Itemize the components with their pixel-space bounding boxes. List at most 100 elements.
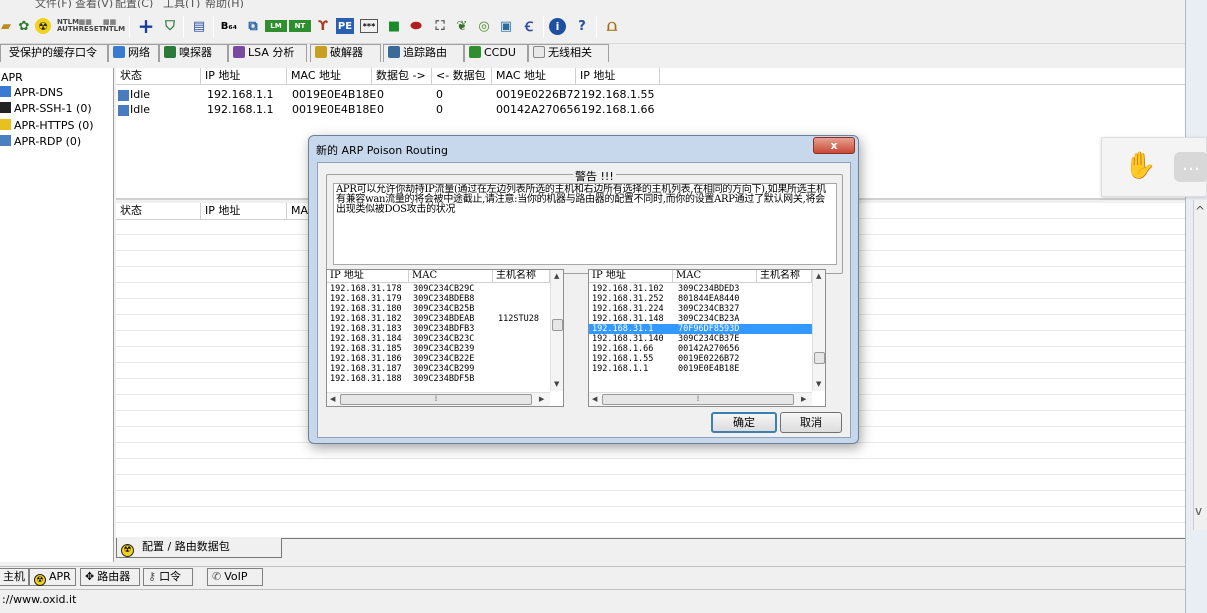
shield-icon[interactable]: ⛉ — [160, 16, 180, 36]
help-icon[interactable]: Ꞓ — [519, 16, 539, 36]
list-item[interactable]: 192.168.31.185 309C234CB239 — [327, 344, 550, 354]
reset-icon[interactable]: ▦▦ RESET — [79, 16, 104, 36]
wireless-icon[interactable]: ϒ — [313, 16, 333, 36]
list-item[interactable]: 192.168.31.179 309C234BDEB8 — [327, 294, 550, 304]
tab-apr[interactable]: ☢ APR — [29, 568, 76, 586]
decode-icon[interactable]: ▤ — [189, 16, 209, 36]
column-header-hostname[interactable]: 主机名称 — [493, 270, 550, 283]
column-header-mac[interactable]: MAC — [409, 270, 493, 283]
tree-item-apr-dns[interactable]: APR-DNS — [0, 85, 63, 101]
scroll-thumb[interactable] — [814, 352, 825, 364]
scroll-up-arrow-icon[interactable]: ▲ — [816, 272, 821, 280]
tab-lsa[interactable]: LSA 分析 — [228, 44, 307, 62]
menu-file[interactable]: 文件(F) — [35, 0, 72, 8]
hand-icon[interactable]: ✋ — [1124, 151, 1158, 185]
list-item[interactable]: 192.168.31.183 309C234BDFB3 — [327, 324, 550, 334]
column-header-ip[interactable]: IP 地址 — [201, 68, 287, 85]
scroll-left-arrow-icon[interactable]: ◀ — [592, 395, 597, 403]
scroll-down-arrow-icon[interactable]: ▼ — [816, 380, 821, 388]
column-header-packets-out[interactable]: 数据包 -> — [372, 68, 432, 85]
add-icon[interactable]: + — [136, 14, 156, 38]
tree-item-apr-https[interactable]: APR-HTTPS (0) — [0, 118, 94, 134]
list-item[interactable]: 192.168.31.182 309C234BDEAB 112STU28 — [327, 314, 550, 324]
horizontal-scrollbar[interactable]: ◀ ⁞ ▶ — [589, 392, 812, 406]
scroll-thumb[interactable]: ⁞ — [602, 394, 794, 405]
list-item[interactable]: 192.168.31.187 309C234CB299 — [327, 364, 550, 374]
portal-icon[interactable]: ⩍ — [602, 16, 622, 36]
list-item[interactable]: 192.168.1.66 00142A270656 — [589, 344, 812, 354]
chat-bubble-icon[interactable]: … — [1174, 152, 1207, 182]
column-header-status[interactable]: 状态 — [116, 203, 201, 220]
list-item[interactable]: 192.168.1.1 0019E0E4B18E — [589, 364, 812, 374]
tab-hosts[interactable]: 主机 — [0, 568, 29, 586]
tree-item-apr[interactable]: APR — [1, 70, 23, 86]
scroll-left-arrow-icon[interactable]: ◀ — [330, 395, 335, 403]
scroll-right-arrow-icon[interactable]: ▶ — [801, 395, 806, 403]
scroll-down-arrow-icon[interactable]: ▼ — [554, 380, 559, 388]
tab-sniffer[interactable]: 嗅探器 — [159, 44, 228, 62]
info-icon[interactable]: ▣ — [496, 16, 516, 36]
list-item[interactable]: 192.168.31.102 309C234BDED3 — [589, 284, 812, 294]
list-item[interactable]: 192.168.31.148 309C234CB23A — [589, 314, 812, 324]
column-header-ip[interactable]: IP 地址 — [327, 270, 409, 283]
tree-item-apr-ssh[interactable]: APR-SSH-1 (0) — [0, 101, 92, 117]
ntlm-auth-icon[interactable]: NTLM AUTH — [57, 16, 79, 36]
close-button[interactable]: x — [813, 137, 855, 154]
ok-button[interactable]: 确定 — [711, 412, 777, 433]
scroll-right-arrow-icon[interactable]: ▶ — [539, 395, 544, 403]
tab-routers[interactable]: ✥ 路由器 — [80, 568, 140, 586]
tab-wireless[interactable]: 无线相关 — [528, 44, 609, 62]
chevron-down-icon[interactable]: v — [1195, 504, 1202, 518]
list-item[interactable]: 192.168.31.186 309C234CB22E — [327, 354, 550, 364]
ntlm-icon[interactable]: ▦▦ NTLM — [103, 16, 125, 36]
config-icon[interactable]: ❦ — [452, 16, 472, 36]
vertical-scrollbar[interactable]: ▲ ▼ — [550, 270, 563, 391]
keys-icon[interactable]: ⬬ — [406, 16, 426, 36]
wifi-icon[interactable]: ◎ — [474, 16, 494, 36]
tab-configure-routed-packets[interactable]: ☢ 配置 / 路由数据包 — [116, 538, 282, 558]
column-header-ip[interactable]: IP 地址 — [201, 203, 287, 220]
column-header-mac[interactable]: MAC 地址 — [287, 68, 372, 85]
list-item[interactable]: 192.168.31.252 801844EA8440 — [589, 294, 812, 304]
vertical-scrollbar[interactable]: ▲ ▼ — [812, 270, 825, 391]
column-header-ip-2[interactable]: IP 地址 — [576, 68, 660, 85]
list-item[interactable]: 192.168.31.180 309C234CB25B — [327, 304, 550, 314]
scroll-thumb[interactable]: ⁞ — [340, 394, 532, 405]
column-header-mac-2[interactable]: MAC 地址 — [492, 68, 576, 85]
tab-traceroute[interactable]: 追踪路由 — [383, 44, 464, 62]
lm-icon[interactable]: LM — [265, 20, 287, 32]
horizontal-scrollbar[interactable]: ◀ ⁞ ▶ — [327, 392, 550, 406]
right-host-list[interactable]: IP 地址 MAC 主机名称 192.168.31.102 309C234BDED… — [588, 269, 826, 407]
cisco-icon[interactable]: PE — [336, 18, 354, 34]
scroll-thumb[interactable] — [552, 319, 563, 331]
list-item-selected[interactable]: 192.168.31.1 70F96DF8593D — [589, 324, 812, 334]
menu-config[interactable]: 配置(C) — [115, 0, 153, 8]
column-header-mac[interactable]: MAC — [673, 270, 757, 283]
hash-icon[interactable]: NT — [289, 20, 311, 32]
radioactive-icon[interactable]: ☢ — [35, 18, 51, 34]
menu-view[interactable]: 查看(V) — [75, 0, 113, 8]
tree-item-apr-rdp[interactable]: APR-RDP (0) — [0, 134, 81, 150]
tab-ccdu[interactable]: CCDU — [464, 44, 528, 62]
tab-cracker[interactable]: 破解器 — [310, 44, 381, 62]
tab-network[interactable]: 网络 — [108, 44, 159, 62]
tab-protected-cache[interactable]: 受保护的缓存口令 — [0, 44, 108, 62]
menu-help[interactable]: 帮助(H) — [205, 0, 244, 8]
list-item[interactable]: 192.168.31.140 309C234CB37E — [589, 334, 812, 344]
list-item[interactable]: 192.168.31.178 309C234CB29C — [327, 284, 550, 294]
question-icon[interactable]: ? — [572, 16, 592, 36]
plugin-icon[interactable]: ✿ — [14, 16, 34, 36]
left-host-list[interactable]: IP 地址 MAC 主机名称 192.168.31.178 309C234CB29… — [326, 269, 564, 407]
background-scrollbar[interactable]: ^ v — [1193, 200, 1207, 530]
disc-icon[interactable]: ⛶ — [430, 16, 450, 36]
network-icon[interactable]: ⧉ — [243, 16, 263, 36]
scroll-up-arrow-icon[interactable]: ▲ — [554, 272, 559, 280]
list-item[interactable]: 192.168.1.55 0019E0226B72 — [589, 354, 812, 364]
list-item[interactable]: 192.168.31.188 309C234BDF5B — [327, 374, 550, 384]
column-header-ip[interactable]: IP 地址 — [589, 270, 673, 283]
cancel-button[interactable]: 取消 — [780, 412, 842, 433]
monitor-icon[interactable]: *** — [360, 19, 378, 33]
chevron-up-icon[interactable]: ^ — [1195, 204, 1205, 218]
menu-tools[interactable]: 工具(T) — [163, 0, 200, 8]
column-header-status[interactable]: 状态 — [116, 68, 201, 85]
